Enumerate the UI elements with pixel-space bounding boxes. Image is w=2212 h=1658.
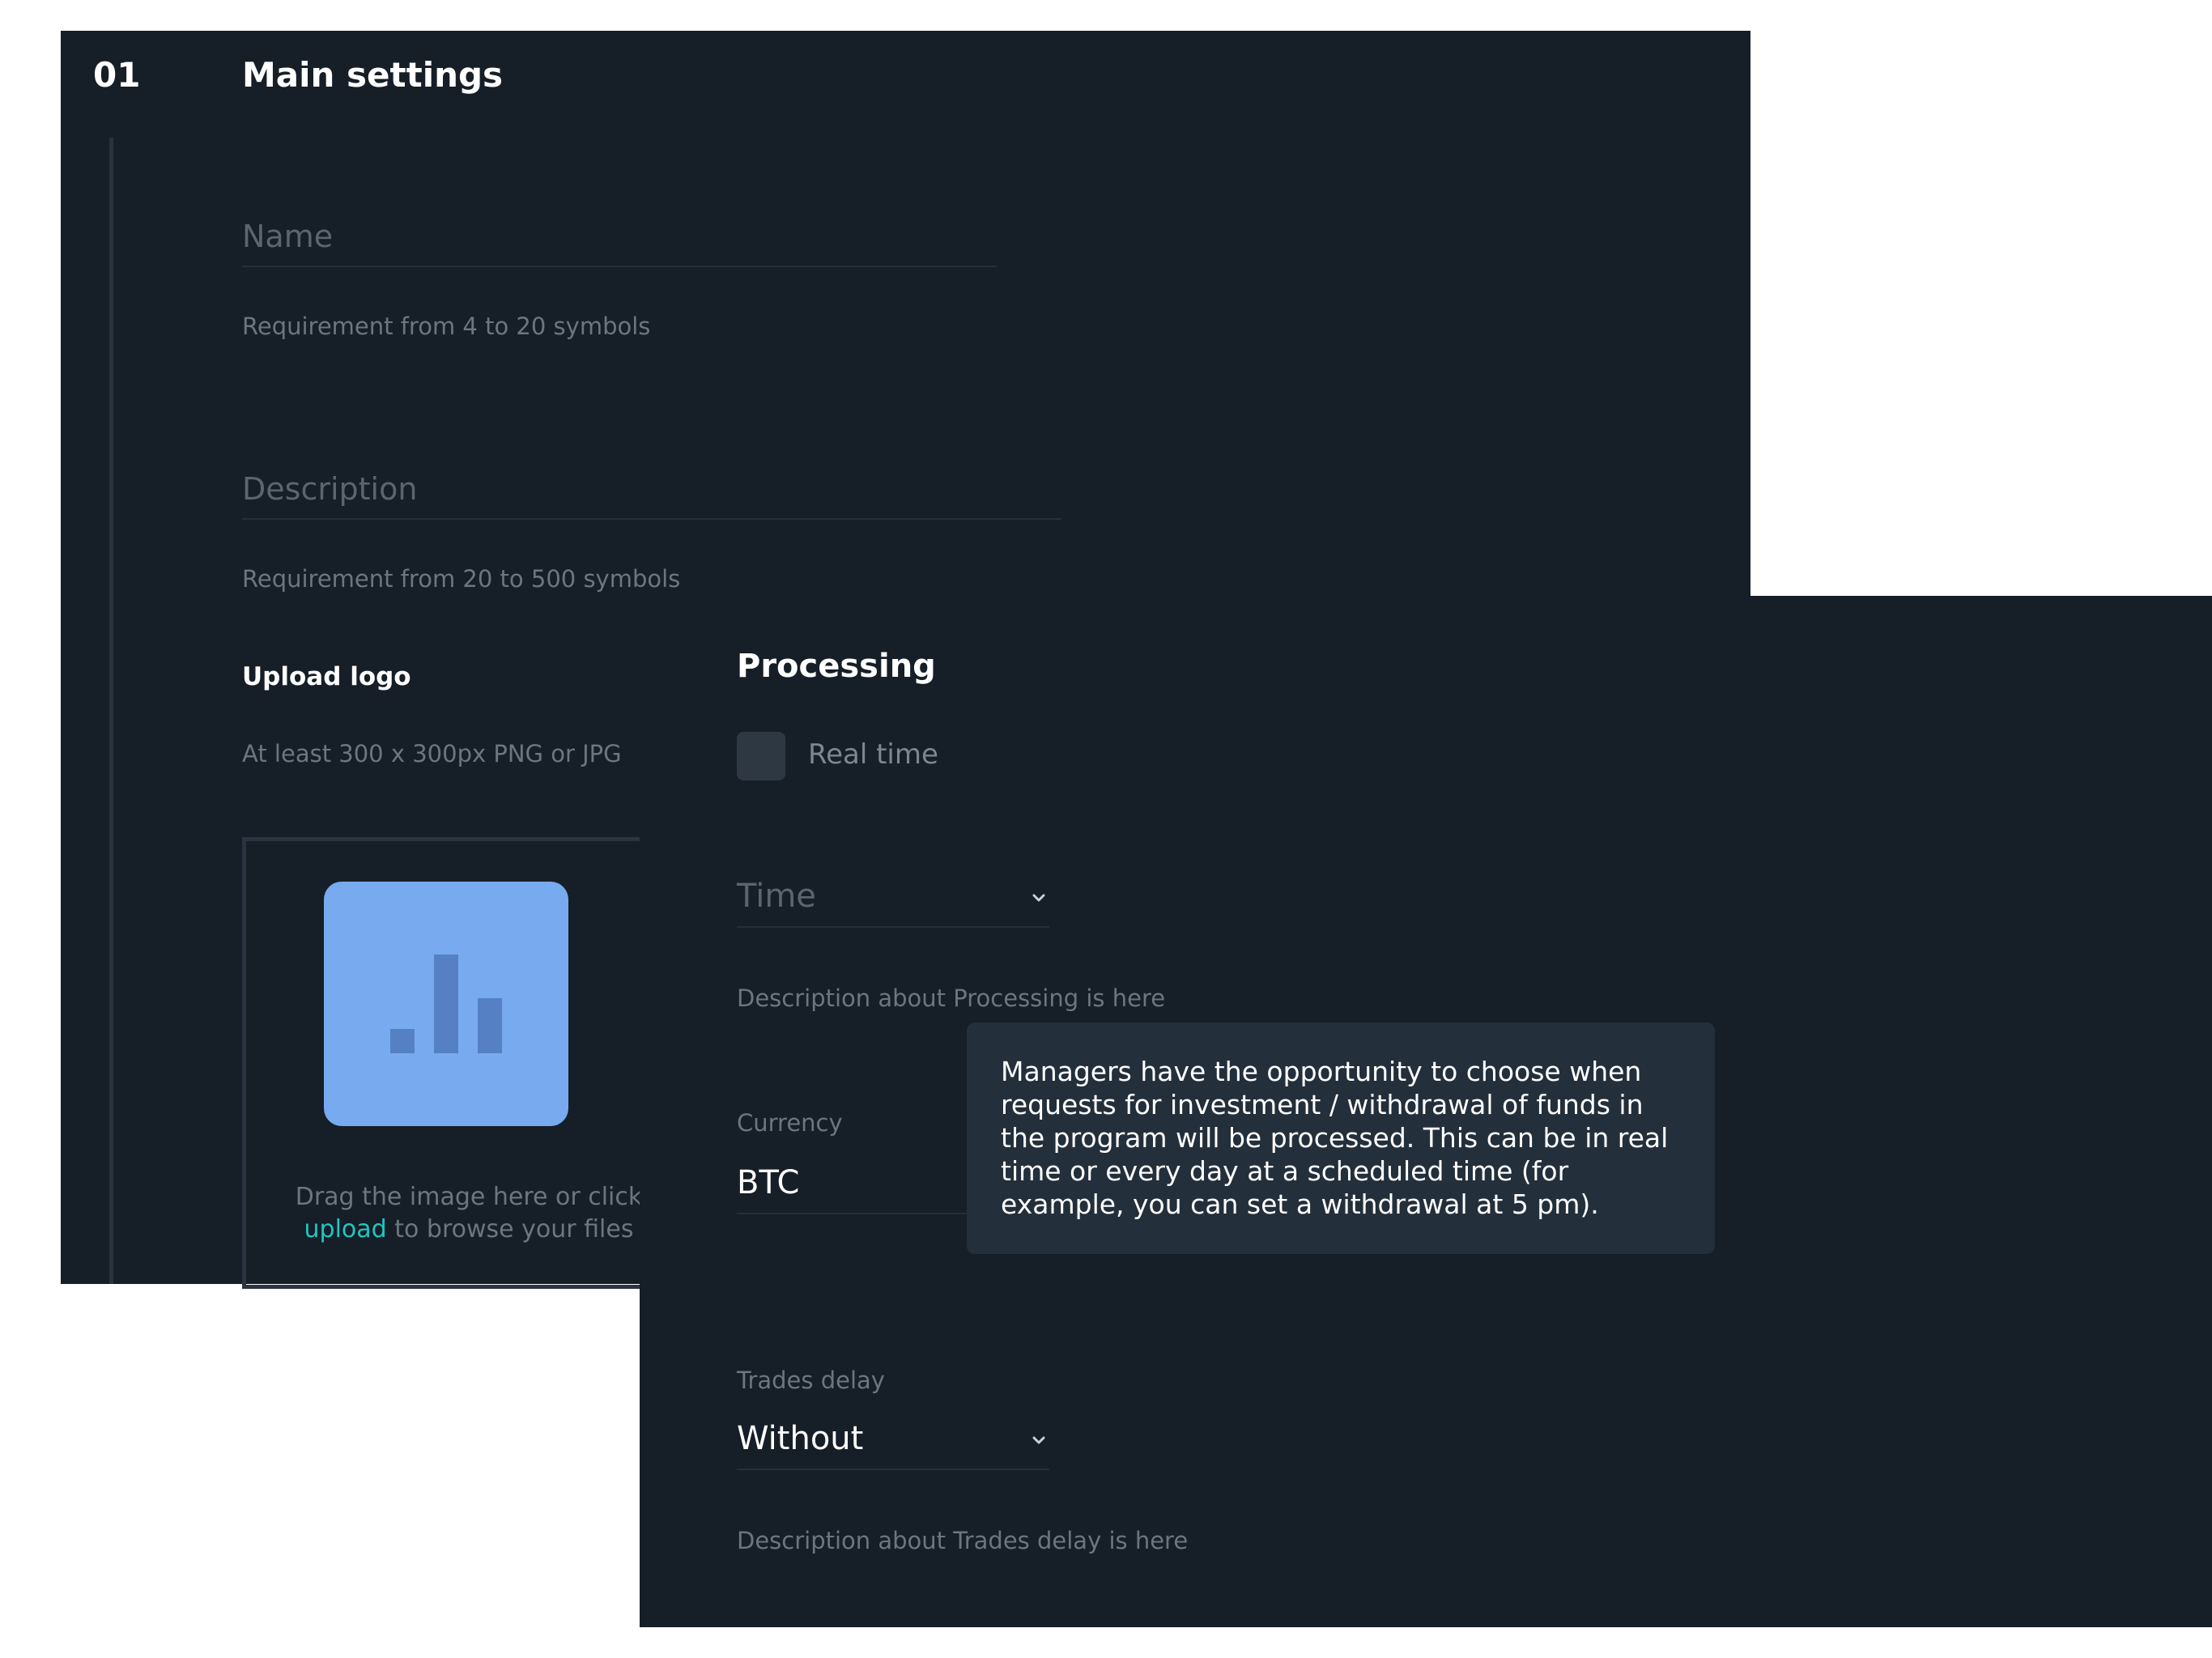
name-field-hint: Requirement from 4 to 20 symbols	[242, 312, 651, 340]
name-field[interactable]: Name	[242, 201, 997, 267]
description-field-hint: Requirement from 20 to 500 symbols	[242, 565, 681, 593]
realtime-checkbox-label[interactable]: Real time	[808, 738, 938, 771]
step-connector-line	[109, 138, 113, 1284]
section-title: Main settings	[242, 55, 504, 95]
time-select-placeholder: Time	[737, 878, 816, 915]
bar-chart-icon	[324, 882, 568, 1126]
time-select[interactable]: Time	[737, 860, 1049, 928]
bar-chart-icon-bar	[434, 954, 458, 1053]
chevron-down-icon	[1032, 894, 1045, 902]
bar-chart-icon-bar	[390, 1029, 415, 1053]
processing-panel: Processing Real time Time Description ab…	[640, 596, 2212, 1627]
dropzone-text-after: to browse your files	[394, 1215, 634, 1244]
dropzone-instructions: Drag the image here or click upload to b…	[246, 1181, 691, 1246]
currency-field[interactable]: BTC	[737, 1146, 980, 1214]
logo-dropzone[interactable]: Drag the image here or click upload to b…	[242, 837, 696, 1289]
trades-delay-hint: Description about Trades delay is here	[737, 1527, 1189, 1554]
trades-delay-label: Trades delay	[737, 1367, 885, 1394]
realtime-checkbox[interactable]	[737, 732, 785, 780]
dropzone-text: Drag the image here or click	[295, 1183, 643, 1211]
trades-delay-select[interactable]: Without	[737, 1402, 1049, 1470]
upload-logo-title: Upload logo	[242, 662, 411, 691]
currency-value: BTC	[737, 1164, 800, 1201]
chevron-down-icon	[1032, 1436, 1045, 1444]
upload-link[interactable]: upload	[304, 1215, 387, 1244]
processing-title: Processing	[737, 648, 936, 685]
currency-label: Currency	[737, 1109, 843, 1137]
step-number: 01	[93, 55, 141, 95]
bar-chart-icon-bar	[478, 998, 502, 1053]
upload-logo-hint: At least 300 x 300px PNG or JPG	[242, 740, 622, 767]
processing-hint: Description about Processing is here	[737, 984, 1166, 1012]
processing-tooltip: Managers have the opportunity to choose …	[967, 1022, 1715, 1254]
description-field-placeholder: Description	[242, 471, 418, 507]
name-field-placeholder: Name	[242, 219, 334, 254]
trades-delay-value: Without	[737, 1420, 864, 1457]
description-field[interactable]: Description	[242, 453, 1061, 520]
